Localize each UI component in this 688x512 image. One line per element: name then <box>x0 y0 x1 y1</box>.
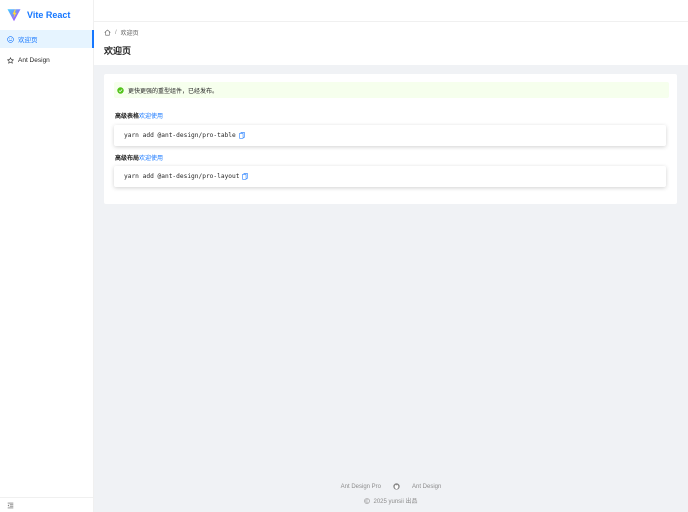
copyright: 2025 yunsii 出品 <box>94 496 688 505</box>
copy-icon[interactable] <box>242 173 249 180</box>
star-icon <box>7 56 14 64</box>
section-label-pro-table: 高级表格欢迎使用 <box>115 111 163 120</box>
section-title: 高级布局 <box>115 156 140 162</box>
vite-logo-icon <box>7 9 21 22</box>
breadcrumb: / 欢迎页 <box>104 28 139 37</box>
success-alert: 更快更强的重型组件，已经发布。 <box>114 82 669 98</box>
footer-links: Ant Design Pro Ant Design <box>94 483 688 490</box>
sidebar-item-label: Ant Design <box>18 56 50 64</box>
home-icon[interactable] <box>104 29 111 36</box>
menu-fold-icon <box>7 502 14 509</box>
install-command: yarn add @ant-design/pro-layout <box>124 173 240 180</box>
welcome-card: 更快更强的重型组件，已经发布。 高级表格欢迎使用 yarn add @ant-d… <box>104 74 677 204</box>
copyright-text: 2025 yunsii 出品 <box>373 499 418 505</box>
section-label-pro-layout: 高级布局欢迎使用 <box>115 153 163 162</box>
code-block-pro-layout: yarn add @ant-design/pro-layout <box>114 166 666 187</box>
collapse-button[interactable] <box>0 497 94 512</box>
sidebar-menu: 欢迎页 Ant Design <box>0 30 94 72</box>
github-icon[interactable] <box>393 483 400 490</box>
copy-icon[interactable] <box>239 132 245 139</box>
copyright-icon <box>364 497 371 504</box>
page-title: 欢迎页 <box>104 46 132 56</box>
alert-text: 更快更强的重型组件，已经发布。 <box>128 88 219 95</box>
welcome-link[interactable]: 欢迎使用 <box>139 114 163 120</box>
footer-link-ant-design[interactable]: Ant Design <box>412 484 441 490</box>
welcome-link[interactable]: 欢迎使用 <box>139 156 163 162</box>
footer-link-ant-design-pro[interactable]: Ant Design Pro <box>341 484 381 490</box>
install-command: yarn add @ant-design/pro-table <box>124 132 236 139</box>
check-circle-icon <box>117 86 124 94</box>
page-header: / 欢迎页 欢迎页 <box>94 22 688 65</box>
smile-icon <box>7 35 14 43</box>
code-block-pro-table: yarn add @ant-design/pro-table <box>114 125 666 146</box>
sidebar-item-label: 欢迎页 <box>18 37 38 44</box>
sidebar-item-ant-design[interactable]: Ant Design <box>0 51 94 69</box>
logo[interactable]: Vite React <box>7 8 70 22</box>
sidebar-item-welcome[interactable]: 欢迎页 <box>0 30 94 48</box>
section-title: 高级表格 <box>115 114 140 120</box>
sidebar: Vite React 欢迎页 Ant Design <box>0 0 94 512</box>
app-name: Vite React <box>27 10 71 20</box>
breadcrumb-current: 欢迎页 <box>120 31 139 37</box>
breadcrumb-separator: / <box>115 29 117 36</box>
top-header <box>94 0 688 22</box>
page-footer: Ant Design Pro Ant Design 2025 yunsii 出品 <box>94 478 688 512</box>
